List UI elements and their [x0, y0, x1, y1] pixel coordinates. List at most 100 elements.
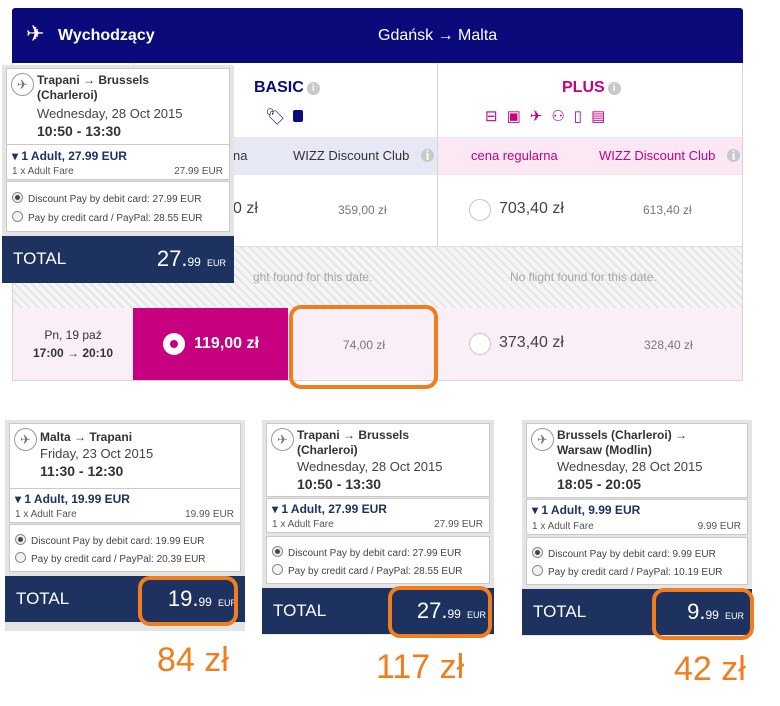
- flight-time: 10:50 - 13:30: [37, 123, 122, 139]
- flight-date: Wednesday, 28 Oct 2015: [297, 459, 443, 474]
- fare-family-plus: PLUS i: [562, 79, 621, 97]
- radio[interactable]: [272, 564, 283, 575]
- total-label: TOTAL: [533, 602, 587, 621]
- passenger-summary: ▾ 1 Adult, 27.99 EUR 1 x Adult Fare 27.9…: [6, 144, 230, 180]
- flight-time: 18:05 - 20:05: [557, 476, 642, 492]
- passenger-summary: ▾ 1 Adult, 27.99 EUR 1 x Adult Fare 27.9…: [266, 498, 490, 533]
- radio-selected[interactable]: [12, 192, 23, 203]
- option-label: Discount Pay by debit card: 19.99 EUR: [31, 536, 205, 547]
- total-currency: EUR: [206, 258, 226, 268]
- family-icon: ⚇: [551, 108, 574, 125]
- flight-header: ✈ Wychodzący Gdańsk → Malta: [12, 8, 743, 63]
- highlight-box: [138, 576, 238, 626]
- direction-title: Wychodzący: [58, 27, 155, 44]
- radio-selected[interactable]: [15, 534, 26, 545]
- option-label: Pay by credit card / PayPal: 28.55 EUR: [288, 566, 463, 577]
- basic-regular-price[interactable]: 0 zł: [233, 200, 258, 218]
- payment-option-debit[interactable]: Discount Pay by debit card: 27.99 EUR: [272, 546, 461, 559]
- plus-fare-radio[interactable]: [469, 199, 491, 221]
- no-flight-plus: No flight found for this date.: [510, 270, 657, 284]
- payment-option-credit[interactable]: Pay by credit card / PayPal: 10.19 EUR: [532, 565, 723, 578]
- passenger-summary: ▾ 1 Adult, 9.99 EUR 1 x Adult Fare 9.99 …: [526, 499, 748, 535]
- fare-label: 1 x Adult Fare: [12, 166, 74, 177]
- flight-date: Wednesday, 28 Oct 2015: [37, 106, 183, 121]
- price-annotation: 42 zł: [674, 650, 746, 688]
- airplane-icon: ✈: [14, 428, 37, 451]
- info-icon[interactable]: i: [607, 82, 621, 95]
- passenger-summary: ▾ 1 Adult, 19.99 EUR 1 x Adult Fare 19.9…: [9, 488, 241, 523]
- flight-time: 10:50 - 13:30: [297, 476, 382, 492]
- payment-option-credit[interactable]: Pay by credit card / PayPal: 28.55 EUR: [12, 211, 203, 224]
- fare-value: 19.99 EUR: [185, 509, 234, 520]
- option-label: Discount Pay by debit card: 27.99 EUR: [288, 548, 462, 559]
- selected-fare[interactable]: 119,00 zł: [133, 308, 288, 380]
- payment-option-credit[interactable]: Pay by credit card / PayPal: 28.55 EUR: [272, 564, 463, 577]
- route-line: (Charleroi): [297, 443, 358, 457]
- passenger-toggle[interactable]: ▾ 1 Adult, 27.99 EUR: [12, 149, 127, 163]
- option-label: Pay by credit card / PayPal: 10.19 EUR: [548, 567, 723, 578]
- flight-date: Wednesday, 28 Oct 2015: [557, 459, 703, 474]
- route-label: Trapani → Brussels (Charleroi): [37, 73, 149, 103]
- payment-options: Discount Pay by debit card: 27.99 EUR Pa…: [266, 536, 490, 584]
- payment-options: Discount Pay by debit card: 27.99 EUR Pa…: [6, 181, 230, 232]
- radio[interactable]: [532, 565, 543, 576]
- total-cents: 99: [187, 255, 201, 269]
- route-line: Brussels (Charleroi) →: [557, 428, 688, 442]
- plus-club-price: 328,40 zł: [644, 338, 693, 352]
- plus-label: PLUS: [562, 79, 605, 96]
- plus-club-label: WIZZ Discount Club: [599, 148, 716, 163]
- highlight-box: [289, 305, 438, 389]
- fare-value: 27.99 EUR: [434, 519, 483, 530]
- route-title: Gdańsk → Malta: [378, 27, 498, 44]
- flight-day: Pn, 19 paź: [44, 328, 102, 342]
- plus-regular-price[interactable]: 373,40 zł: [499, 334, 564, 352]
- tag-icon: 🏷: [265, 109, 286, 126]
- itinerary-card: ✈ Trapani → Brussels (Charleroi) Wednesda…: [2, 65, 234, 283]
- plus-benefits-icons: ⊟▣✈⚇▯▤: [485, 107, 614, 125]
- no-flight-basic: ght found for this date.: [253, 270, 373, 284]
- payment-option-debit[interactable]: Discount Pay by debit card: 19.99 EUR: [15, 534, 204, 547]
- route-line: Trapani → Brussels: [37, 73, 150, 87]
- basic-club-price[interactable]: 359,00 zł: [338, 203, 387, 217]
- option-label: Discount Pay by debit card: 9.99 EUR: [548, 549, 716, 560]
- airplane-icon: ✈: [531, 428, 554, 451]
- luggage-icon: ▤: [591, 108, 615, 125]
- plus-fare-radio[interactable]: [469, 333, 491, 355]
- passenger-toggle[interactable]: ▾ 1 Adult, 9.99 EUR: [532, 503, 640, 517]
- info-icon[interactable]: i: [421, 149, 434, 162]
- fare-label: 1 x Adult Fare: [15, 509, 77, 520]
- radio[interactable]: [12, 211, 23, 222]
- payment-option-credit[interactable]: Pay by credit card / PayPal: 20.39 EUR: [15, 552, 206, 565]
- seat-icon: ⊟: [485, 108, 507, 125]
- highlight-box: [652, 588, 754, 640]
- seat-icon: ▣: [506, 108, 530, 125]
- info-icon[interactable]: i: [727, 149, 740, 162]
- payment-option-debit[interactable]: Discount Pay by debit card: 9.99 EUR: [532, 547, 716, 560]
- flight-date-cell: Pn, 19 paź 17:00 → 20:10: [13, 308, 133, 380]
- info-icon[interactable]: i: [306, 82, 320, 95]
- plus-regular-price[interactable]: 703,40 zł: [499, 200, 564, 218]
- fare-label: 1 x Adult Fare: [272, 519, 334, 530]
- airplane-icon: ✈: [271, 428, 294, 451]
- flight-summary: ✈ Trapani → Brussels (Charleroi) Wednesda…: [266, 423, 490, 497]
- basic-regular-label: na: [233, 148, 248, 163]
- payment-option-debit[interactable]: Discount Pay by debit card: 27.99 EUR: [12, 192, 201, 205]
- passenger-toggle[interactable]: ▾ 1 Adult, 19.99 EUR: [15, 492, 130, 506]
- option-label: Pay by credit card / PayPal: 20.39 EUR: [31, 554, 206, 565]
- total-main: 27.: [156, 246, 188, 271]
- highlight-box: [388, 586, 492, 638]
- fare-family-basic: BASIC i: [254, 79, 320, 97]
- selected-radio[interactable]: [163, 333, 185, 355]
- radio-selected[interactable]: [532, 547, 543, 558]
- radio[interactable]: [15, 552, 26, 563]
- plus-subheader: cena regularna WIZZ Discount Club i: [438, 137, 742, 175]
- radio-selected[interactable]: [272, 546, 283, 557]
- route-label: Trapani → Brussels (Charleroi): [297, 428, 409, 458]
- flight-summary: ✈ Brussels (Charleroi) → Warsaw (Modlin) …: [526, 423, 748, 498]
- passenger-toggle[interactable]: ▾ 1 Adult, 27.99 EUR: [272, 502, 387, 516]
- flight-summary: ✈ Malta → Trapani Friday, 23 Oct 2015 11…: [9, 423, 241, 490]
- fare-value: 9.99 EUR: [697, 521, 741, 532]
- fare-value: 27.99 EUR: [174, 166, 223, 177]
- plus-club-price: 613,40 zł: [643, 203, 692, 217]
- route-line: (Charleroi): [37, 88, 98, 102]
